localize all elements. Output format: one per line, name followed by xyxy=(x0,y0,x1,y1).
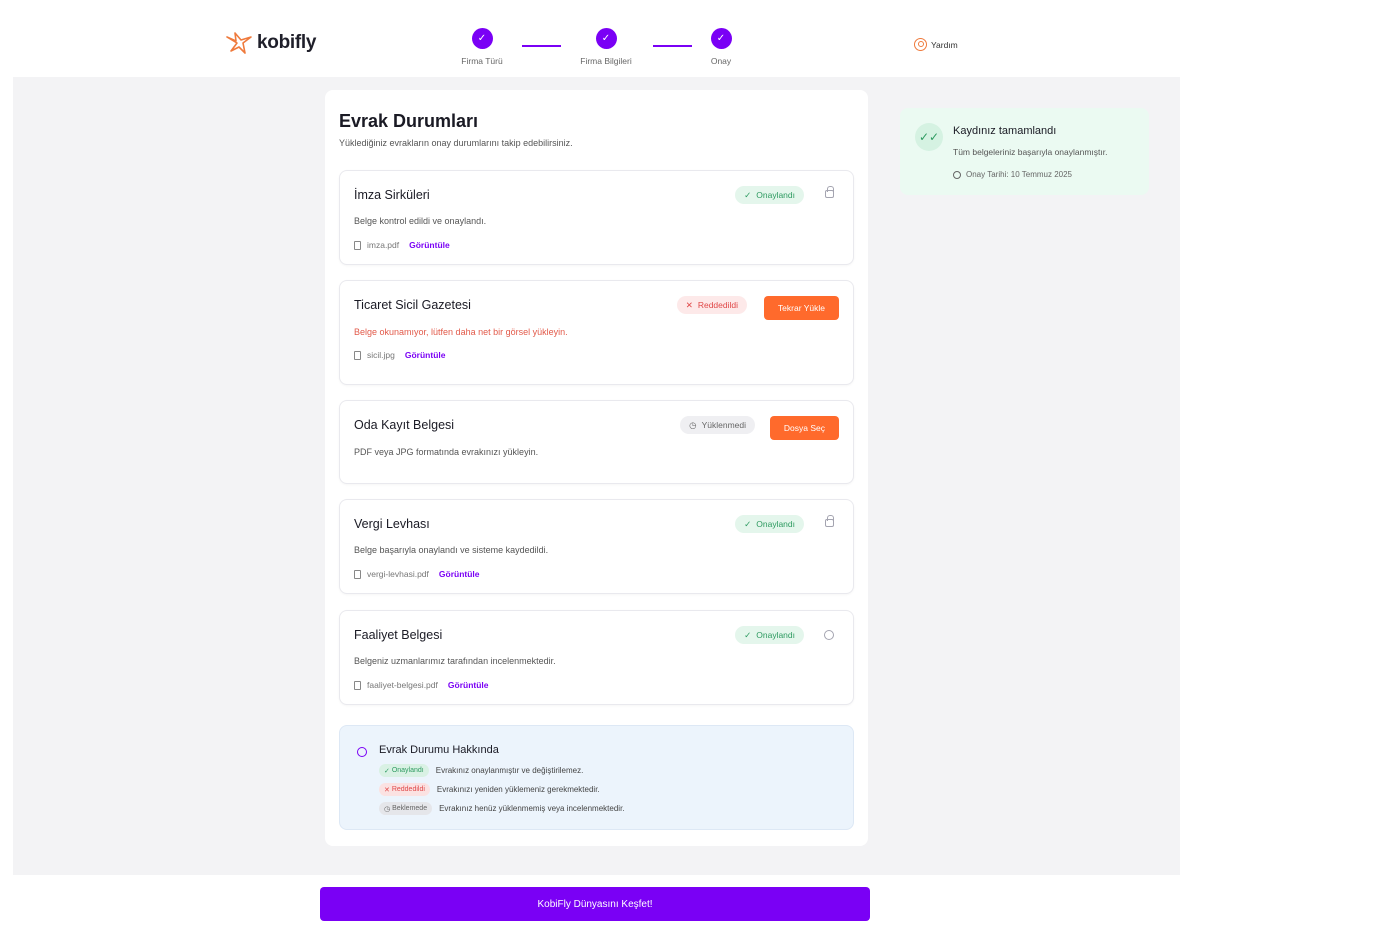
status-badge: ✓ Onaylandı xyxy=(735,515,804,533)
check-icon: ✓ xyxy=(471,28,493,49)
step-label: Firma Türü xyxy=(461,56,503,66)
status-text: Onaylandı xyxy=(756,519,795,529)
file-name: sicil.jpg xyxy=(367,350,395,360)
document-file: imza.pdf Görüntüle xyxy=(354,240,450,250)
documents-card: Evrak Durumları Yüklediğiniz evrakların … xyxy=(325,90,868,846)
user-circle-icon xyxy=(914,38,927,51)
step-onay: ✓ Onay xyxy=(676,28,766,66)
clock-icon: ◷ xyxy=(689,419,697,430)
status-badge: ✕ Reddedildi xyxy=(676,296,747,314)
registration-complete-card: ✓✓ Kaydınız tamamlandı Tüm belgeleriniz … xyxy=(900,108,1149,195)
document-description: PDF veya JPG formatında evrakınızı yükle… xyxy=(354,447,539,457)
file-icon xyxy=(354,680,361,690)
step-label: Onay xyxy=(710,56,732,66)
bird-logo-icon xyxy=(226,32,252,54)
document-description: Belgeniz uzmanlarımız tarafından incelen… xyxy=(354,656,556,666)
status-text: Onaylandı xyxy=(756,630,795,640)
lock-icon xyxy=(825,186,834,198)
x-icon: ✕ xyxy=(685,299,693,310)
document-title: Oda Kayıt Belgesi xyxy=(354,418,455,432)
legend-text: Evrakınızı yeniden yüklemeniz gerekmekte… xyxy=(436,785,600,794)
file-icon xyxy=(354,569,361,579)
status-text: Yüklenmedi xyxy=(701,420,746,430)
legend-row: ✕ Reddedildi Evrakınızı yeniden yüklemen… xyxy=(379,783,600,796)
document-file: sicil.jpg Görüntüle xyxy=(354,350,445,360)
status-badge: ✓ Onaylandı xyxy=(735,626,804,644)
logo[interactable]: kobifly xyxy=(225,31,316,55)
document-description: Belge okunamıyor, lütfen daha net bir gö… xyxy=(354,327,568,337)
view-link[interactable]: Görüntüle xyxy=(405,350,446,360)
clock-icon xyxy=(953,170,961,179)
legend-badge-text: Reddedildi xyxy=(391,786,425,793)
help-link[interactable]: Yardım xyxy=(914,38,958,51)
page-subtitle: Yüklediğiniz evrakların onay durumlarını… xyxy=(339,138,573,148)
file-icon xyxy=(354,350,361,360)
document-description: Belge başarıyla onaylandı ve sisteme kay… xyxy=(354,545,549,555)
legend-badge: ◷ Beklemede xyxy=(379,802,433,815)
step-label: Firma Bilgileri xyxy=(580,56,632,66)
info-icon xyxy=(357,747,367,757)
side-title: Kaydınız tamamlandı xyxy=(953,125,1057,137)
page-title: Evrak Durumları xyxy=(339,111,479,131)
status-text: Onaylandı xyxy=(756,190,795,200)
approval-date: Onay Tarihi: 10 Temmuz 2025 xyxy=(953,170,1072,179)
info-title: Evrak Durumu Hakkında xyxy=(379,744,499,756)
status-badge: ◷ Yüklenmedi xyxy=(680,416,755,434)
status-text: Reddedildi xyxy=(697,300,738,310)
check-icon: ✓ xyxy=(744,629,752,640)
view-link[interactable]: Görüntüle xyxy=(448,680,489,690)
document-file: vergi-levhasi.pdf Görüntüle xyxy=(354,569,480,579)
step-firma-bilgileri: ✓ Firma Bilgileri xyxy=(561,28,651,66)
document-description: Belge kontrol edildi ve onaylandı. xyxy=(354,216,487,226)
document-title: Vergi Levhası xyxy=(354,517,430,531)
document-card-oda: Oda Kayıt Belgesi ◷ Yüklenmedi Dosya Seç… xyxy=(339,400,854,484)
check-icon: ✓ xyxy=(744,518,752,529)
legend-text: Evrakınız onaylanmıştır ve değiştirileme… xyxy=(435,766,584,775)
status-badge: ✓ Onaylandı xyxy=(735,186,804,204)
double-check-icon: ✓✓ xyxy=(915,123,943,151)
logo-text: kobifly xyxy=(257,32,317,53)
document-card-faaliyet: Faaliyet Belgesi ✓ Onaylandı Belgeniz uz… xyxy=(339,610,854,705)
lock-icon xyxy=(825,515,834,527)
legend-row: ◷ Beklemede Evrakınız henüz yüklenmemiş … xyxy=(379,802,625,815)
document-card-vergi: Vergi Levhası ✓ Onaylandı Belge başarıyl… xyxy=(339,499,854,594)
document-card-imza: İmza Sirküleri ✓ Onaylandı Belge kontrol… xyxy=(339,170,854,265)
document-title: Ticaret Sicil Gazetesi xyxy=(354,298,471,312)
check-icon: ✓ xyxy=(710,28,732,49)
document-file: faaliyet-belgesi.pdf Görüntüle xyxy=(354,680,489,690)
legend-badge-text: Onaylandı xyxy=(391,767,424,774)
document-title: Faaliyet Belgesi xyxy=(354,628,443,642)
check-icon: ✓ xyxy=(744,189,752,200)
step-firma-turu: ✓ Firma Türü xyxy=(437,28,527,66)
legend-badge: ✓ Onaylandı xyxy=(379,764,429,777)
side-text: Tüm belgeleriniz başarıyla onaylanmıştır… xyxy=(953,147,1108,157)
file-name: faaliyet-belgesi.pdf xyxy=(367,680,438,690)
legend-badge: ✕ Reddedildi xyxy=(379,783,430,796)
explore-button[interactable]: KobiFly Dünyasını Keşfet! xyxy=(320,887,870,921)
check-icon: ✓ xyxy=(595,28,617,49)
file-icon xyxy=(354,240,361,250)
document-title: İmza Sirküleri xyxy=(354,188,430,202)
clock-icon xyxy=(824,630,834,640)
step-connector xyxy=(522,45,561,47)
choose-file-button[interactable]: Dosya Seç xyxy=(769,416,839,440)
help-label: Yardım xyxy=(931,39,958,50)
legend-badge-text: Beklemede xyxy=(392,805,428,812)
status-info-box: Evrak Durumu Hakkında ✓ Onaylandı Evrakı… xyxy=(339,725,854,830)
approval-date-text: Onay Tarihi: 10 Temmuz 2025 xyxy=(966,170,1072,179)
view-link[interactable]: Görüntüle xyxy=(439,569,480,579)
file-name: imza.pdf xyxy=(367,240,400,250)
reupload-button[interactable]: Tekrar Yükle xyxy=(763,296,839,320)
document-card-ticaret: Ticaret Sicil Gazetesi ✕ Reddedildi Tekr… xyxy=(339,280,854,385)
view-link[interactable]: Görüntüle xyxy=(409,240,450,250)
file-name: vergi-levhasi.pdf xyxy=(367,569,429,579)
legend-row: ✓ Onaylandı Evrakınız onaylanmıştır ve d… xyxy=(379,764,583,777)
legend-text: Evrakınız henüz yüklenmemiş veya incelen… xyxy=(439,804,625,813)
